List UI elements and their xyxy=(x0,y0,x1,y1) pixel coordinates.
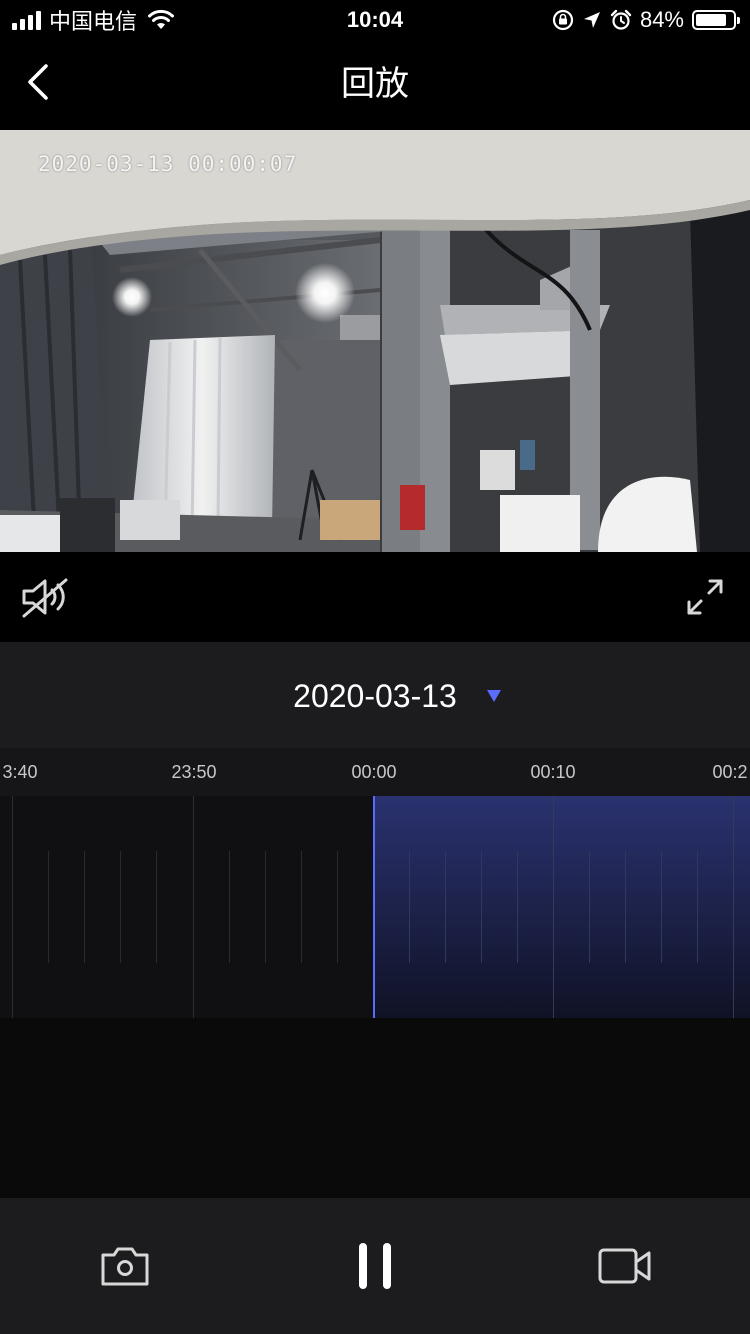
location-arrow-icon xyxy=(583,12,600,28)
expand-icon xyxy=(687,579,723,615)
timeline-minor-tick xyxy=(120,851,121,963)
battery-icon xyxy=(692,10,740,30)
pause-icon xyxy=(359,1243,391,1289)
status-bar-right: 84% xyxy=(552,6,740,34)
timeline-label: 00:2 xyxy=(712,762,748,782)
timeline-label: 00:10 xyxy=(530,762,576,782)
timeline-track[interactable] xyxy=(0,796,750,1018)
timeline-minor-tick xyxy=(481,851,482,963)
timeline-minor-tick xyxy=(337,851,338,963)
timeline-label: 23:50 xyxy=(171,762,217,782)
video-record-icon xyxy=(598,1248,651,1284)
battery-percent: 84% xyxy=(639,7,684,32)
timeline-minor-tick xyxy=(156,851,157,963)
timeline-major-tick xyxy=(193,796,194,1018)
timeline-major-tick xyxy=(553,796,554,1018)
timeline-minor-tick xyxy=(445,851,446,963)
recording-segment[interactable] xyxy=(374,796,750,1018)
video-timestamp-overlay: 2020-03-13 00:00:07 xyxy=(38,152,298,176)
timeline-major-tick xyxy=(733,796,734,1018)
timeline-minor-tick xyxy=(229,851,230,963)
alarm-icon xyxy=(610,9,632,30)
snapshot-button[interactable] xyxy=(95,1238,155,1294)
timeline-minor-tick xyxy=(84,851,85,963)
playback-timeline[interactable]: 3:40 23:50 00:00 00:10 00:2 xyxy=(0,748,750,1018)
speaker-muted-icon xyxy=(22,578,68,618)
selected-date: 2020-03-13 xyxy=(293,678,457,714)
fullscreen-button[interactable] xyxy=(686,578,724,616)
timeline-minor-tick xyxy=(661,851,662,963)
timeline-minor-tick xyxy=(697,851,698,963)
date-selector[interactable]: 2020-03-13 xyxy=(0,642,750,748)
timeline-major-tick xyxy=(12,796,13,1018)
orientation-lock-icon xyxy=(552,9,574,31)
timeline-minor-tick xyxy=(48,851,49,963)
bottom-toolbar xyxy=(0,1198,750,1334)
video-controls-row xyxy=(0,552,750,642)
page-title: 回放 xyxy=(341,65,409,103)
timeline-current-position-marker[interactable] xyxy=(373,796,375,1018)
pause-button[interactable] xyxy=(345,1238,405,1294)
timeline-minor-tick xyxy=(265,851,266,963)
navigation-bar: 回放 xyxy=(0,40,750,130)
timeline-label: 3:40 xyxy=(2,762,38,782)
video-player[interactable]: 2020-03-13 00:00:07 xyxy=(0,130,750,552)
status-bar: 中国电信 10:04 84% xyxy=(0,0,750,40)
playback-screen: 中国电信 10:04 84% 回放 2020-03-13 00:00:07 20… xyxy=(0,0,750,1334)
timeline-minor-tick xyxy=(589,851,590,963)
timeline-minor-tick xyxy=(301,851,302,963)
timeline-time-labels: 3:40 23:50 00:00 00:10 00:2 xyxy=(0,748,750,796)
timeline-label: 00:00 xyxy=(351,762,397,782)
timeline-minor-tick xyxy=(409,851,410,963)
record-video-button[interactable] xyxy=(595,1238,655,1294)
caret-down-icon xyxy=(487,690,501,702)
camera-feed-frame xyxy=(0,130,750,552)
timeline-minor-tick xyxy=(517,851,518,963)
camera-icon xyxy=(101,1247,149,1286)
mute-toggle-button[interactable] xyxy=(20,576,72,618)
empty-area xyxy=(0,1018,750,1198)
timeline-minor-tick xyxy=(625,851,626,963)
